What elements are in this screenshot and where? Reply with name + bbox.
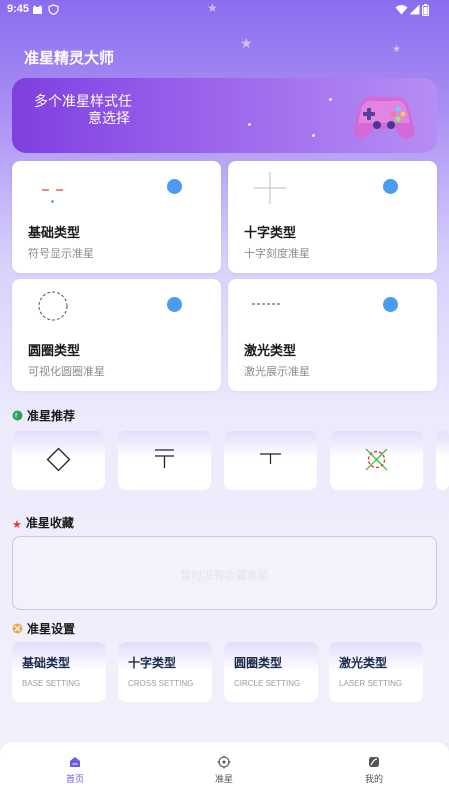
tab-crosshair[interactable]: 准星 <box>164 742 284 798</box>
home-icon <box>70 757 80 767</box>
setting-title: 十字类型 <box>128 656 177 670</box>
section-title-recommend: 准星推荐 <box>12 407 75 424</box>
crosshair-icon <box>217 755 231 769</box>
status-time: 9:45 <box>7 3 30 15</box>
star-decoration-icon: ★ <box>207 1 218 15</box>
setting-title: 基础类型 <box>22 656 71 670</box>
banner-line-2: 意选择 <box>88 111 130 127</box>
setting-basic[interactable]: 基础类型 BASE SETTING <box>12 642 106 702</box>
setting-subtitle: CROSS SETTING <box>128 679 194 688</box>
star-icon: ★ <box>12 518 22 531</box>
card-circle-type[interactable]: 圆圈类型 可视化圆圈准星 <box>12 279 221 391</box>
card-subtitle: 激光展示准星 <box>244 365 310 378</box>
card-basic-type[interactable]: 基础类型 符号显示准星 <box>12 161 221 273</box>
laser-crosshair-preview-icon <box>252 303 282 305</box>
app-title: 准星精灵大师 <box>24 49 115 67</box>
toggle-dot[interactable] <box>167 297 182 312</box>
recommend-item-x-circle[interactable] <box>330 431 423 490</box>
setting-title: 圆圈类型 <box>234 656 283 670</box>
setting-circle[interactable]: 圆圈类型 CIRCLE SETTING <box>224 642 318 702</box>
card-title: 激光类型 <box>244 344 297 359</box>
tab-label: 准星 <box>214 775 233 785</box>
cross-crosshair-preview-icon <box>254 172 286 204</box>
section-title-text: 准星设置 <box>27 622 76 636</box>
card-subtitle: 可视化圆圈准星 <box>28 365 105 378</box>
globe-icon <box>12 410 23 421</box>
card-title: 基础类型 <box>28 226 81 241</box>
card-laser-type[interactable]: 激光类型 激光展示准星 <box>228 279 437 391</box>
section-title-text: 准星收藏 <box>25 516 74 530</box>
double-bar-crosshair-icon <box>155 449 174 468</box>
setting-cross[interactable]: 十字类型 CROSS SETTING <box>118 642 212 702</box>
toggle-dot[interactable] <box>167 179 182 194</box>
tab-profile[interactable]: 我的 <box>314 742 434 798</box>
tab-label: 首页 <box>65 775 84 785</box>
star-decoration-icon: ★ <box>392 44 401 55</box>
tab-home[interactable]: 首页 <box>15 742 135 798</box>
basic-crosshair-preview-icon <box>42 189 63 203</box>
toggle-dot[interactable] <box>383 297 398 312</box>
section-title-settings: 准星设置 <box>12 620 75 637</box>
sparkle-dot <box>248 123 251 126</box>
sparkle-dot <box>329 98 332 101</box>
card-subtitle: 符号显示准星 <box>28 247 94 260</box>
x-circle-crosshair-icon <box>365 448 388 471</box>
setting-subtitle: LASER SETTING <box>339 679 403 688</box>
recommend-item-t-bar[interactable] <box>118 431 211 490</box>
signal-icon <box>409 4 420 15</box>
setting-laser[interactable]: 激光类型 LASER SETTING <box>329 642 423 702</box>
toggle-dot[interactable] <box>383 179 398 194</box>
tab-label: 我的 <box>364 775 383 785</box>
sparkle-dot <box>312 134 315 137</box>
favorites-box: 暂时没有收藏准星 <box>12 536 437 610</box>
profile-icon <box>369 757 379 767</box>
cat-notification-icon <box>33 5 42 14</box>
card-cross-type[interactable]: 十字类型 十字刻度准星 <box>228 161 437 273</box>
diamond-crosshair-icon <box>46 447 71 472</box>
bottom-tab-bar: 首页 准星 我的 <box>0 742 449 798</box>
battery-icon <box>422 4 429 16</box>
section-title-text: 准星推荐 <box>27 409 76 423</box>
favorites-empty-text: 暂时没有收藏准星 <box>180 569 269 582</box>
section-title-favorites: ★ 准星收藏 <box>12 514 74 531</box>
promo-banner[interactable]: 多个准星样式任 意选择 <box>12 78 437 153</box>
setting-subtitle: CIRCLE SETTING <box>234 679 301 688</box>
recommend-item-t-line[interactable] <box>224 431 317 490</box>
setting-subtitle: BASE SETTING <box>22 679 81 688</box>
card-title: 十字类型 <box>244 226 297 241</box>
recommend-item-diamond[interactable] <box>12 431 105 490</box>
star-decoration-icon: ★ <box>240 36 253 52</box>
gamepad-icon <box>353 96 415 139</box>
card-subtitle: 十字刻度准星 <box>244 247 310 260</box>
t-crosshair-icon <box>260 453 281 464</box>
status-bar: 9:45 <box>0 0 449 20</box>
settings-badge-icon <box>12 623 23 634</box>
card-title: 圆圈类型 <box>28 344 81 359</box>
wifi-icon <box>395 5 408 15</box>
recommend-item-partial[interactable] <box>436 431 449 490</box>
shield-notification-icon <box>48 4 59 15</box>
setting-title: 激光类型 <box>339 656 388 670</box>
circle-crosshair-preview-icon <box>38 291 68 321</box>
